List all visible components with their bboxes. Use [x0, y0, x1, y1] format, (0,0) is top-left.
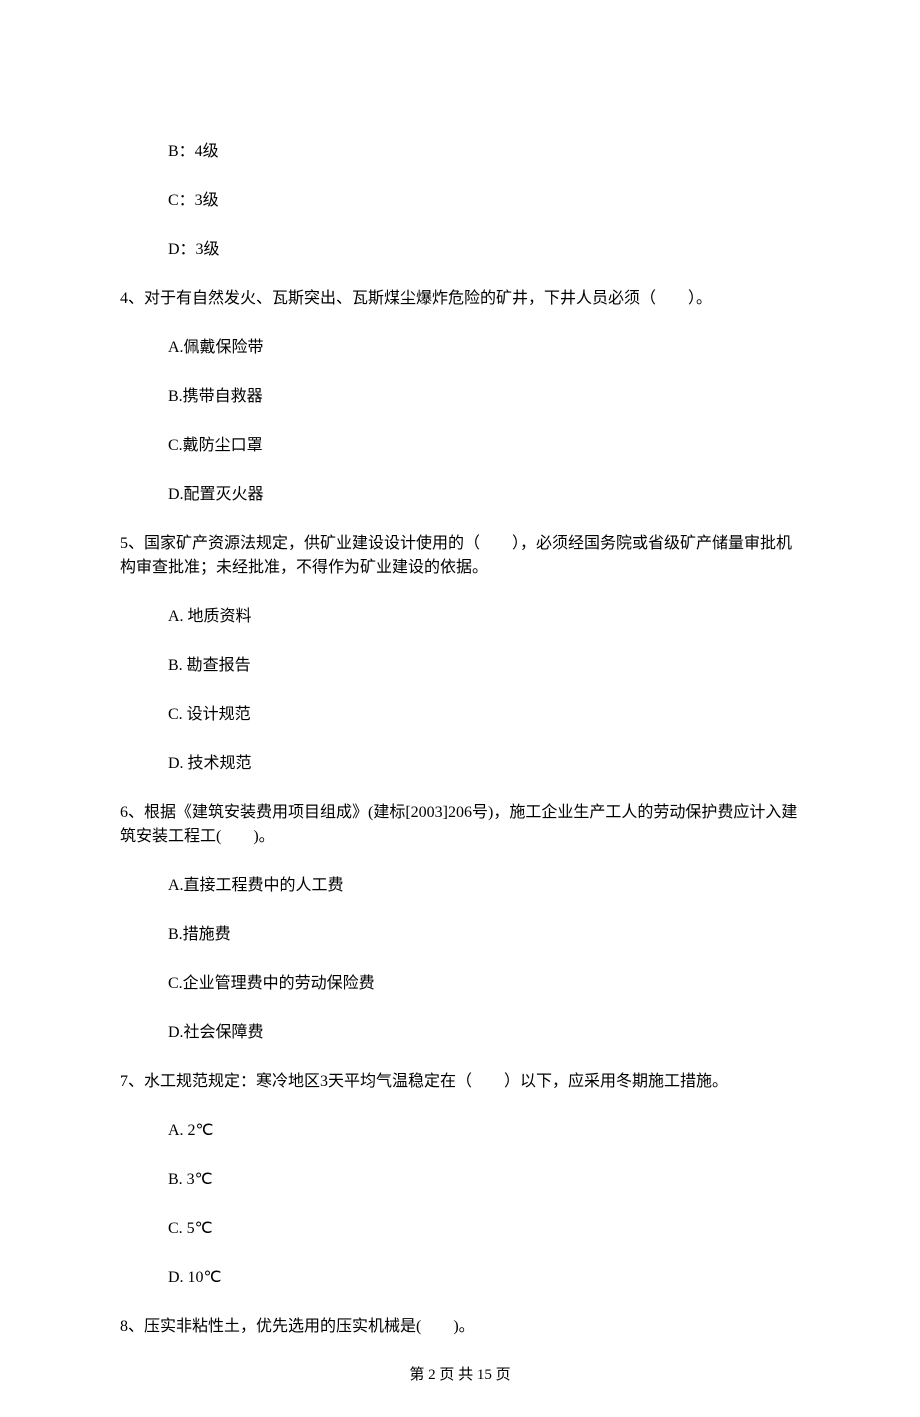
q7-option-c: C. 5℃	[168, 1217, 800, 1241]
q4-option-c: C.戴防尘口罩	[168, 434, 800, 458]
q4-option-b: B.携带自救器	[168, 385, 800, 409]
document-page: B：4级 C：3级 D：3级 4、对于有自然发火、瓦斯突出、瓦斯煤尘爆炸危险的矿…	[0, 0, 920, 1417]
q4-option-a: A.佩戴保险带	[168, 336, 800, 360]
q5-option-d: D. 技术规范	[168, 752, 800, 776]
q5-option-b: B. 勘查报告	[168, 654, 800, 678]
q3-option-d: D：3级	[168, 238, 800, 262]
question-4: 4、对于有自然发火、瓦斯突出、瓦斯煤尘爆炸危险的矿井，下井人员必须（ ）。	[120, 287, 800, 311]
q6-option-c: C.企业管理费中的劳动保险费	[168, 972, 800, 996]
q6-option-a: A.直接工程费中的人工费	[168, 874, 800, 898]
q6-option-d: D.社会保障费	[168, 1021, 800, 1045]
question-6: 6、根据《建筑安装费用项目组成》(建标[2003]206号)，施工企业生产工人的…	[120, 801, 800, 849]
q7-option-b: B. 3℃	[168, 1168, 800, 1192]
q3-option-b: B：4级	[168, 140, 800, 164]
question-7: 7、水工规范规定：寒冷地区3天平均气温稳定在（ ）以下，应采用冬期施工措施。	[120, 1070, 800, 1094]
q7-option-a: A. 2℃	[168, 1119, 800, 1143]
question-8: 8、压实非粘性土，优先选用的压实机械是( )。	[120, 1315, 800, 1339]
q3-option-c: C：3级	[168, 189, 800, 213]
question-5: 5、国家矿产资源法规定，供矿业建设设计使用的（ ），必须经国务院或省级矿产储量审…	[120, 532, 800, 580]
page-footer: 第 2 页 共 15 页	[120, 1364, 800, 1387]
q4-option-d: D.配置灭火器	[168, 483, 800, 507]
q5-option-c: C. 设计规范	[168, 703, 800, 727]
q6-option-b: B.措施费	[168, 923, 800, 947]
q7-option-d: D. 10℃	[168, 1266, 800, 1290]
q5-option-a: A. 地质资料	[168, 605, 800, 629]
